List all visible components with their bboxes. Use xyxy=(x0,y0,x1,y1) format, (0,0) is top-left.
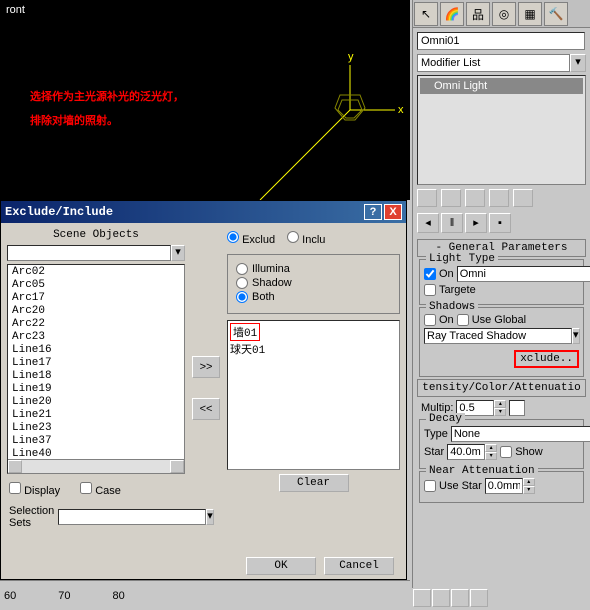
horizontal-scrollbar[interactable] xyxy=(8,459,184,473)
orbit-icon[interactable] xyxy=(451,589,469,607)
light-on-checkbox[interactable] xyxy=(424,268,436,280)
target-list[interactable]: 墙01 球天01 xyxy=(227,320,400,470)
selection-sets-dropdown[interactable] xyxy=(58,509,206,525)
stop-icon[interactable]: ▪ xyxy=(489,213,511,233)
targeted-checkbox[interactable] xyxy=(424,284,436,296)
remove-modifier-icon[interactable] xyxy=(489,189,509,207)
decay-type-dropdown[interactable] xyxy=(451,426,590,442)
stack-item-omni[interactable]: Omni Light xyxy=(420,78,583,94)
command-panel: ↖ 🌈 品 ◎ ▦ 🔨 ▾ Omni Light ◂ ‖ ▸ ▪ - Gener… xyxy=(412,0,590,610)
group-light-type: Light Type On ▾ Targete xyxy=(419,259,584,305)
decay-start-spinner[interactable] xyxy=(447,444,485,460)
shadow-on-checkbox[interactable] xyxy=(424,314,436,326)
svg-text:y: y xyxy=(348,51,354,63)
close-icon[interactable]: X xyxy=(384,204,402,220)
create-tab-icon[interactable]: ↖ xyxy=(414,2,438,26)
shadow-cast-radio[interactable] xyxy=(236,277,248,289)
scene-objects-list[interactable]: Arc02Arc05Arc17Arc20Arc22Arc23Line16Line… xyxy=(7,264,185,474)
list-item[interactable]: Arc17 xyxy=(9,292,183,305)
help-icon[interactable]: ? xyxy=(364,204,382,220)
illumination-radio[interactable] xyxy=(236,263,248,275)
scroll-right-icon[interactable] xyxy=(170,460,184,473)
list-item[interactable]: Line17 xyxy=(9,357,183,370)
move-left-button[interactable]: << xyxy=(192,398,220,420)
target-item-skysphere[interactable]: 球天01 xyxy=(230,341,397,357)
list-item[interactable]: Arc23 xyxy=(9,331,183,344)
annotation-text: 选择作为主光源补光的泛光灯， 排除对墙的照射。 xyxy=(30,85,184,133)
rollout-intensity[interactable]: tensity/Color/Attenuatio xyxy=(417,379,586,397)
pin-stack-icon[interactable] xyxy=(417,189,437,207)
include-radio[interactable]: Inclu xyxy=(287,231,325,246)
exclude-radio[interactable]: Exclud xyxy=(227,231,275,246)
configure-sets-icon[interactable] xyxy=(513,189,533,207)
list-item[interactable]: Line18 xyxy=(9,370,183,383)
modifier-stack[interactable]: Omni Light xyxy=(417,75,586,185)
chevron-down-icon[interactable]: ▾ xyxy=(570,54,586,72)
next-icon[interactable]: ▸ xyxy=(465,213,487,233)
clear-button[interactable]: Clear xyxy=(279,474,349,492)
object-name-input[interactable] xyxy=(417,32,585,50)
ok-button[interactable]: OK xyxy=(246,557,316,575)
list-item[interactable]: Line37 xyxy=(9,435,183,448)
use-global-checkbox[interactable] xyxy=(457,314,469,326)
filter-input[interactable] xyxy=(7,245,171,261)
move-right-button[interactable]: >> xyxy=(192,356,220,378)
cancel-button[interactable]: Cancel xyxy=(324,557,394,575)
exclude-button[interactable]: xclude.. xyxy=(514,350,579,368)
spin-up-icon[interactable]: ▴ xyxy=(494,400,506,408)
color-swatch[interactable] xyxy=(509,400,525,416)
list-item[interactable]: Arc05 xyxy=(9,279,183,292)
display-tab-icon[interactable]: ▦ xyxy=(518,2,542,26)
exclude-include-dialog: Exclude/Include ? X Scene Objects ▾ Arc0… xyxy=(0,200,407,580)
modify-tab-icon[interactable]: 🌈 xyxy=(440,2,464,26)
target-item-wall[interactable]: 墙01 xyxy=(230,323,260,341)
list-item[interactable]: Arc02 xyxy=(9,266,183,279)
display-checkbox[interactable]: Display xyxy=(9,482,60,497)
modifier-list-dropdown[interactable] xyxy=(417,54,570,72)
chevron-down-icon[interactable]: ▾ xyxy=(171,245,185,261)
scroll-left-icon[interactable] xyxy=(8,460,22,473)
prev-icon[interactable]: ◂ xyxy=(417,213,439,233)
list-item[interactable]: Line20 xyxy=(9,396,183,409)
list-item[interactable]: Arc22 xyxy=(9,318,183,331)
list-item[interactable]: Line19 xyxy=(9,383,183,396)
group-decay: Decay Type ▾ Star ▴▾ Show xyxy=(419,419,584,469)
motion-tab-icon[interactable]: ◎ xyxy=(492,2,516,26)
viewport-nav-controls xyxy=(412,588,590,610)
utilities-tab-icon[interactable]: 🔨 xyxy=(544,2,568,26)
hierarchy-tab-icon[interactable]: 品 xyxy=(466,2,490,26)
dialog-title: Exclude/Include xyxy=(5,205,362,219)
illumination-mode-group: Illumina Shadow Both xyxy=(227,254,400,314)
play-icon[interactable]: ‖ xyxy=(441,213,463,233)
list-item[interactable]: Line21 xyxy=(9,409,183,422)
list-item[interactable]: Arc20 xyxy=(9,305,183,318)
near-use-checkbox[interactable] xyxy=(424,480,436,492)
spin-down-icon[interactable]: ▾ xyxy=(494,408,506,416)
selection-sets-label: Selection Sets xyxy=(9,505,54,529)
light-type-dropdown[interactable] xyxy=(457,266,590,282)
scene-objects-label: Scene Objects xyxy=(7,229,185,241)
case-checkbox[interactable]: Case xyxy=(80,482,121,497)
shadow-type-dropdown[interactable] xyxy=(424,328,572,344)
list-item[interactable]: Line16 xyxy=(9,344,183,357)
group-shadows: Shadows On Use Global ▾ xclude.. xyxy=(419,307,584,377)
zoom-icon[interactable] xyxy=(432,589,450,607)
timeline[interactable]: 60 70 80 xyxy=(0,580,410,610)
near-start-spinner[interactable] xyxy=(485,478,523,494)
panel-tabs: ↖ 🌈 品 ◎ ▦ 🔨 xyxy=(413,0,590,28)
dialog-titlebar[interactable]: Exclude/Include ? X xyxy=(1,201,406,223)
group-near-attenuation: Near Attenuation Use Star ▴▾ xyxy=(419,471,584,503)
make-unique-icon[interactable] xyxy=(465,189,485,207)
both-radio[interactable] xyxy=(236,291,248,303)
svg-text:x: x xyxy=(398,104,404,116)
maximize-icon[interactable] xyxy=(470,589,488,607)
decay-show-checkbox[interactable] xyxy=(500,446,512,458)
chevron-down-icon[interactable]: ▾ xyxy=(572,328,580,344)
viewport-front[interactable]: ront y x 选择作为主光源补光的泛光灯， 排除对墙的照射。 xyxy=(0,0,410,200)
pan-icon[interactable] xyxy=(413,589,431,607)
list-item[interactable]: Line23 xyxy=(9,422,183,435)
show-end-result-icon[interactable] xyxy=(441,189,461,207)
